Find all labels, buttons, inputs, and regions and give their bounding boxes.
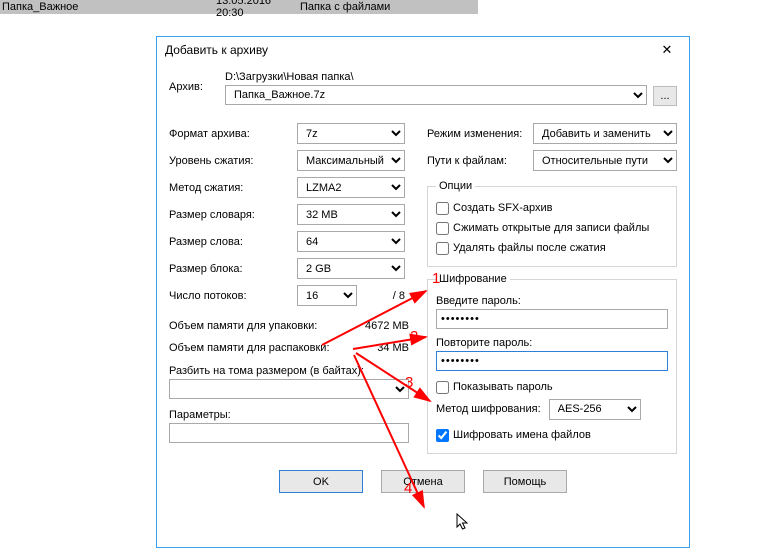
mem-pack-label: Объем памяти для упаковки:: [169, 320, 317, 332]
opt-sfx-row[interactable]: Создать SFX-архив: [436, 198, 668, 218]
opt-sfx-checkbox[interactable]: [436, 202, 449, 215]
block-label: Размер блока:: [169, 263, 297, 275]
close-button[interactable]: ✕: [651, 41, 683, 59]
repeat-password-label: Повторите пароль:: [436, 337, 668, 349]
opt-shared-label: Сжимать открытые для записи файлы: [453, 222, 649, 234]
help-button[interactable]: Помощь: [483, 470, 567, 493]
level-label: Уровень сжатия:: [169, 155, 297, 167]
options-fieldset: Опции Создать SFX-архив Сжимать открытые…: [427, 180, 677, 267]
options-legend: Опции: [436, 180, 475, 192]
block-select[interactable]: 2 GB: [297, 258, 405, 279]
method-label: Метод сжатия:: [169, 182, 297, 194]
format-label: Формат архива:: [169, 128, 297, 140]
show-password-row[interactable]: Показывать пароль: [436, 377, 668, 397]
params-label: Параметры:: [169, 409, 409, 421]
titlebar: Добавить к архиву ✕: [157, 37, 689, 63]
dict-select[interactable]: 32 MB: [297, 204, 405, 225]
enter-password-label: Введите пароль:: [436, 295, 668, 307]
mem-pack-value: 4672 MB: [365, 320, 409, 332]
archive-label: Архив:: [169, 71, 225, 93]
encryption-legend: Шифрование: [436, 273, 510, 285]
explorer-file-type: Папка с файлами: [300, 1, 478, 13]
enc-method-label: Метод шифрования:: [436, 403, 541, 415]
opt-shared-row[interactable]: Сжимать открытые для записи файлы: [436, 218, 668, 238]
mem-unpack-value: 34 MB: [377, 342, 409, 354]
threads-max: / 8: [357, 290, 405, 302]
explorer-file-name: Папка_Важное: [0, 1, 216, 13]
dict-label: Размер словаря:: [169, 209, 297, 221]
add-to-archive-dialog: Добавить к архиву ✕ Архив: D:\Загрузки\Н…: [156, 36, 690, 548]
threads-label: Число потоков:: [169, 290, 297, 302]
show-password-label: Показывать пароль: [453, 381, 553, 393]
split-select[interactable]: [169, 379, 409, 399]
cancel-button[interactable]: Отмена: [381, 470, 465, 493]
level-select[interactable]: Максимальный: [297, 150, 405, 171]
enc-method-select[interactable]: AES-256: [549, 399, 641, 420]
archive-path: D:\Загрузки\Новая папка\: [225, 71, 647, 83]
password-input[interactable]: [436, 309, 668, 329]
mode-select[interactable]: Добавить и заменить: [533, 123, 677, 144]
browse-button[interactable]: ...: [653, 86, 677, 106]
enc-names-label: Шифровать имена файлов: [453, 429, 591, 441]
explorer-row: Папка_Важное 13.05.2016 20:30 Папка с фа…: [0, 0, 478, 14]
encryption-fieldset: Шифрование Введите пароль: Повторите пар…: [427, 273, 677, 454]
split-label: Разбить на тома размером (в байтах):: [169, 365, 409, 377]
word-label: Размер слова:: [169, 236, 297, 248]
explorer-file-date: 13.05.2016 20:30: [216, 0, 300, 19]
dialog-title: Добавить к архиву: [165, 43, 268, 57]
archive-name-select[interactable]: Папка_Важное.7z: [225, 85, 647, 105]
show-password-checkbox[interactable]: [436, 381, 449, 394]
word-select[interactable]: 64: [297, 231, 405, 252]
opt-shared-checkbox[interactable]: [436, 222, 449, 235]
opt-delete-checkbox[interactable]: [436, 242, 449, 255]
format-select[interactable]: 7z: [297, 123, 405, 144]
paths-select[interactable]: Относительные пути: [533, 150, 677, 171]
method-select[interactable]: LZMA2: [297, 177, 405, 198]
ok-button[interactable]: OK: [279, 470, 363, 493]
mode-label: Режим изменения:: [427, 128, 533, 140]
opt-delete-label: Удалять файлы после сжатия: [453, 242, 606, 254]
opt-delete-row[interactable]: Удалять файлы после сжатия: [436, 238, 668, 258]
opt-sfx-label: Создать SFX-архив: [453, 202, 553, 214]
enc-names-checkbox[interactable]: [436, 429, 449, 442]
password-repeat-input[interactable]: [436, 351, 668, 371]
paths-label: Пути к файлам:: [427, 155, 533, 167]
params-input[interactable]: [169, 423, 409, 443]
enc-names-row[interactable]: Шифровать имена файлов: [436, 425, 668, 445]
mem-unpack-label: Объем памяти для распаковки:: [169, 342, 330, 354]
threads-select[interactable]: 16: [297, 285, 357, 306]
